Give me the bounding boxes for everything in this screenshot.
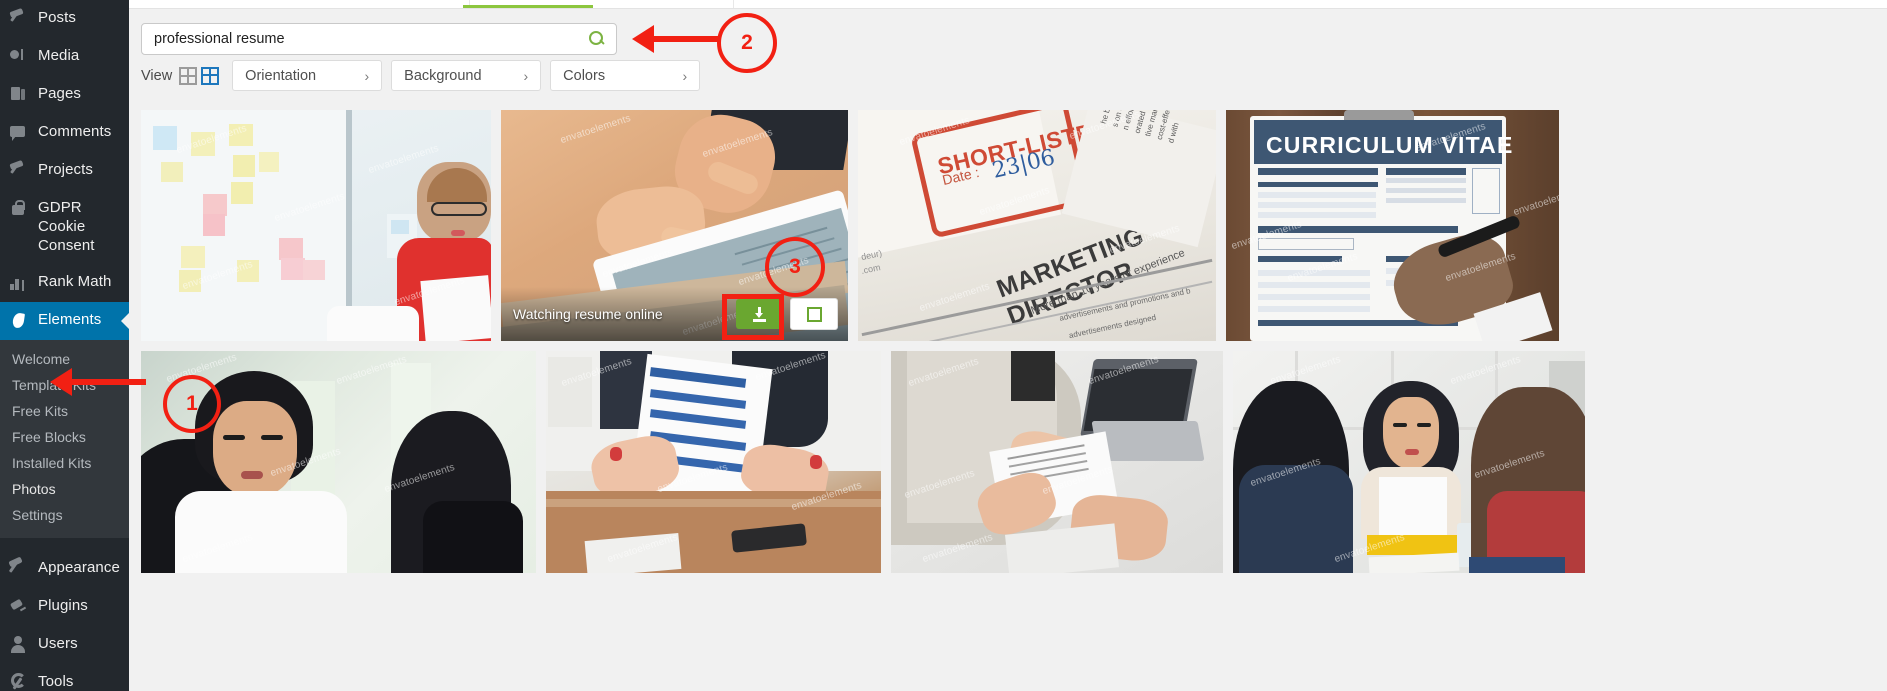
sidebar-subitem-settings[interactable]: Settings [0, 502, 129, 528]
sidebar-subitem-free-kits[interactable]: Free Kits [0, 398, 129, 424]
insert-button[interactable] [736, 299, 782, 329]
photo-thumbnail: SHORT-LISTED Date : 23|06 MARKETING DIRE… [858, 110, 1216, 341]
grid-view-icon[interactable] [179, 66, 198, 85]
sidebar-item-rank-math[interactable]: Rank Math [0, 264, 129, 302]
photo-card[interactable]: envatoelements envatoelements envatoelem… [1233, 351, 1585, 573]
sidebar-item-label: Users [38, 635, 78, 653]
elements-icon [9, 311, 29, 331]
background-filter-label: Background [404, 67, 482, 84]
photo-card[interactable]: SHORT-LISTED Date : 23|06 MARKETING DIRE… [858, 110, 1216, 341]
photo-card[interactable]: envatoelements envatoelements envatoelem… [141, 351, 536, 573]
sidebar-item-label: Tools [38, 673, 74, 691]
chevron-right-icon: › [682, 67, 688, 84]
sidebar-item-label: Projects [38, 161, 93, 178]
media-icon [9, 47, 29, 67]
sidebar-item-gdpr-cookie-consent[interactable]: GDPR Cookie Consent [0, 190, 129, 264]
screenshot-root: Posts Media Pages Comments Projects GDPR… [0, 0, 1887, 691]
photo-thumbnail: envatoelements envatoelements envatoelem… [1233, 351, 1585, 573]
sidebar-item-label: Pages [38, 85, 82, 102]
sidebar-item-label: Elements [38, 311, 102, 329]
sidebar-item-comments[interactable]: Comments [0, 114, 129, 152]
active-tab-underline [463, 5, 593, 8]
orientation-filter-button[interactable]: Orientation › [232, 60, 383, 91]
sidebar-item-elements[interactable]: Elements [0, 302, 129, 341]
colors-filter-label: Colors [563, 67, 606, 84]
sidebar-subitem-installed-kits[interactable]: Installed Kits [0, 450, 129, 476]
orientation-filter-label: Orientation [245, 67, 317, 84]
search-bar [141, 23, 617, 55]
sidebar-secondary-menu: Appearance Plugins Users Tools Settings [0, 550, 129, 691]
appearance-icon [9, 559, 29, 579]
sidebar-item-label: Comments [38, 123, 112, 140]
search-icon[interactable] [588, 30, 606, 48]
sidebar-item-label: Media [38, 47, 80, 64]
photo-card[interactable]: CURRICULUM VITAE envatoelements envatoel… [1226, 110, 1559, 341]
sidebar-item-plugins[interactable]: Plugins [0, 588, 129, 626]
main-content-area: View Orientation › Background › Colors › [129, 0, 1887, 691]
chevron-right-icon: › [523, 67, 529, 84]
photo-card[interactable]: envatoelements envatoelements envatoelem… [141, 110, 491, 341]
photos-row: envatoelements envatoelements envatoelem… [141, 351, 1887, 573]
sidebar-item-posts[interactable]: Posts [0, 0, 129, 38]
sidebar-item-users[interactable]: Users [0, 626, 129, 664]
photo-card[interactable]: envatoelements envatoelements envatoelem… [546, 351, 881, 573]
masonry-view-icon[interactable] [201, 66, 220, 85]
background-filter-button[interactable]: Background › [391, 60, 542, 91]
tab-divider [733, 0, 734, 8]
sidebar-item-label: Posts [38, 9, 77, 26]
photos-panel: View Orientation › Background › Colors › [129, 9, 1887, 691]
sidebar-item-label: GDPR Cookie Consent [38, 199, 95, 254]
sidebar-primary-menu: Posts Media Pages Comments Projects GDPR… [0, 0, 129, 341]
tab-bar-sliver [129, 0, 1887, 9]
expand-icon [806, 306, 822, 322]
sidebar-submenu-elements: Welcome Template Kits Free Kits Free Blo… [0, 340, 129, 539]
search-box[interactable] [141, 23, 617, 55]
photo-card[interactable]: envatoelements envatoelements envatoelem… [891, 351, 1223, 573]
photo-thumbnail: envatoelements envatoelements envatoelem… [891, 351, 1223, 573]
sidebar-item-label: Rank Math [38, 273, 112, 291]
photo-thumbnail: envatoelements envatoelements envatoelem… [141, 110, 491, 341]
photo-caption: Watching resume online [513, 306, 663, 322]
photo-thumbnail: CURRICULUM VITAE envatoelements envatoel… [1226, 110, 1559, 341]
pin-icon [9, 9, 29, 29]
sidebar-item-projects[interactable]: Projects [0, 152, 129, 190]
sidebar-item-label: Appearance [38, 559, 120, 577]
sidebar-item-media[interactable]: Media [0, 38, 129, 76]
search-input[interactable] [152, 30, 588, 48]
photo-thumbnail: envatoelements envatoelements envatoelem… [501, 110, 848, 341]
lock-icon [9, 199, 29, 219]
sidebar-item-pages[interactable]: Pages [0, 76, 129, 114]
colors-filter-button[interactable]: Colors › [550, 60, 701, 91]
chart-icon [9, 273, 29, 293]
photo-card-hovered[interactable]: envatoelements envatoelements envatoelem… [501, 110, 848, 341]
tools-icon [9, 673, 29, 691]
photo-hover-overlay: Watching resume online [501, 287, 848, 341]
sidebar-item-appearance[interactable]: Appearance [0, 550, 129, 588]
pin-icon [9, 161, 29, 181]
photos-grid: envatoelements envatoelements envatoelem… [141, 110, 1887, 691]
sidebar-subitem-template-kits[interactable]: Template Kits [0, 372, 129, 398]
user-icon [9, 635, 29, 655]
sidebar-subitem-welcome[interactable]: Welcome [0, 346, 129, 372]
view-label: View [141, 67, 173, 84]
chevron-right-icon: › [364, 67, 370, 84]
comment-icon [9, 123, 29, 143]
photos-row: envatoelements envatoelements envatoelem… [141, 110, 1887, 341]
curriculum-vitae-text: CURRICULUM VITAE [1266, 132, 1514, 158]
plug-icon [9, 597, 29, 617]
photo-thumbnail: envatoelements envatoelements envatoelem… [546, 351, 881, 573]
sidebar-item-label: Plugins [38, 597, 88, 615]
photo-thumbnail: envatoelements envatoelements envatoelem… [141, 351, 536, 573]
pages-icon [9, 85, 29, 105]
sidebar-subitem-free-blocks[interactable]: Free Blocks [0, 424, 129, 450]
expand-button[interactable] [790, 298, 838, 330]
filter-toolbar: View Orientation › Background › Colors › [141, 59, 701, 92]
wp-admin-sidebar: Posts Media Pages Comments Projects GDPR… [0, 0, 129, 691]
sidebar-item-tools[interactable]: Tools [0, 664, 129, 691]
insert-download-icon [752, 306, 767, 322]
sidebar-divider [0, 538, 129, 551]
sidebar-item-photos[interactable]: Photos [0, 476, 129, 502]
